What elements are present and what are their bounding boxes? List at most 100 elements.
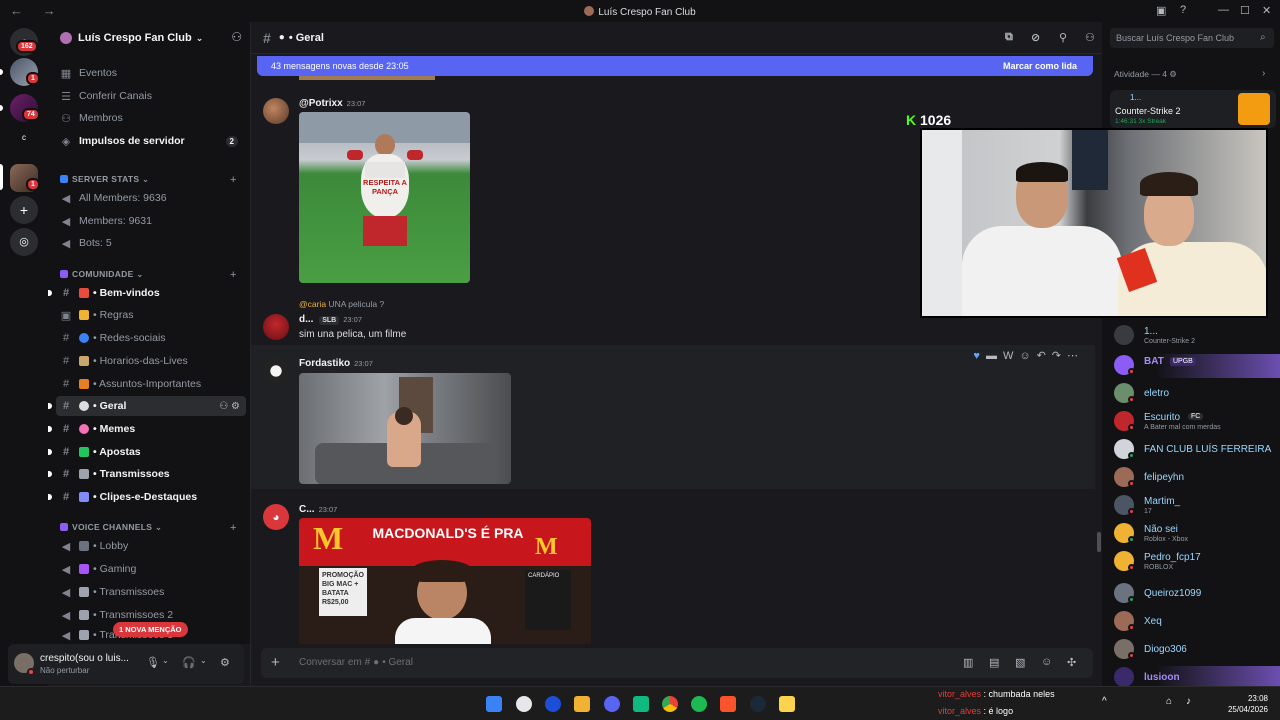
member-row[interactable]: Martim_ 17 [1114, 492, 1280, 518]
channel-bem-vindos[interactable]: # • Bem-vindos [56, 283, 246, 303]
voice-transmissoes[interactable]: ◀ • Transmissoes [56, 582, 246, 602]
discord-taskbar-icon[interactable] [604, 696, 620, 712]
message-image-fordastiko[interactable] [299, 373, 511, 484]
channel-redes-sociais[interactable]: # • Redes-sociais [56, 328, 246, 348]
gif-icon[interactable]: ▤ [989, 656, 999, 669]
add-channel-icon[interactable]: + [230, 522, 237, 534]
network-icon[interactable]: ⌂ [1166, 696, 1172, 707]
heart-reaction-icon[interactable]: ♥ [973, 350, 986, 362]
activity-card[interactable]: 1... Counter-Strike 2 1:46:31 3x Streak [1110, 90, 1276, 128]
system-clock[interactable]: 23:08 25/04/2026 [1228, 693, 1268, 715]
channel-assuntos[interactable]: # • Assuntos-Importantes [56, 374, 246, 394]
nav-boosts[interactable]: ◈ Impulsos de servidor 2 [56, 131, 246, 151]
scrollbar-thumb[interactable] [1097, 532, 1101, 552]
chevron-right-icon[interactable]: › [1262, 68, 1265, 79]
emoji-icon[interactable]: ☺ [1041, 656, 1052, 668]
more-icon[interactable]: ⋯ [1067, 350, 1084, 362]
app-icon[interactable] [545, 696, 561, 712]
inbox-icon[interactable]: ▣ [1156, 4, 1166, 17]
nav-events[interactable]: ▦ Eventos [56, 63, 246, 83]
new-messages-bar[interactable]: 43 mensagens novas desde 23:05 Marcar co… [257, 56, 1093, 76]
reply-preview[interactable]: @caria UNA pelicula ? [299, 299, 384, 309]
channel-members[interactable]: ◀ Members: 9631 [56, 211, 246, 231]
member-list-icon[interactable]: ⚇ [1085, 31, 1095, 44]
discover-icon[interactable]: ◎ [10, 228, 38, 256]
channel-regras[interactable]: ▣ • Regras [56, 305, 246, 325]
channel-transmissoes[interactable]: # • Transmissoes [56, 464, 246, 484]
member-row[interactable]: lusioon [1114, 664, 1280, 686]
add-reaction-icon[interactable]: ☺ [1019, 350, 1036, 362]
channel-all-members[interactable]: ◀ All Members: 9636 [56, 188, 246, 208]
server-tag[interactable]: SLB [319, 316, 340, 325]
member-row[interactable]: felipeyhn [1114, 464, 1280, 490]
add-server-icon[interactable]: + [10, 196, 38, 224]
member-row[interactable]: eletro [1114, 380, 1280, 406]
threads-icon[interactable]: ⧉ [1005, 31, 1013, 44]
server-icon-c[interactable]: c [10, 124, 38, 152]
member-row[interactable]: Xeq [1114, 608, 1280, 634]
avatar[interactable] [263, 314, 289, 340]
maximize-icon[interactable]: ☐ [1240, 4, 1250, 17]
member-row[interactable]: 1... Counter-Strike 2 [1114, 322, 1280, 348]
message-image-macdonalds[interactable]: M M MACDONALD'S É PRA PROMOÇÃO BIG MAC +… [299, 518, 591, 644]
voice-lobby[interactable]: ◀ • Lobby [56, 536, 246, 556]
author-name[interactable]: d... [299, 314, 313, 325]
member-row[interactable]: Diogo306 [1114, 636, 1280, 662]
avatar[interactable] [263, 98, 289, 124]
voice-gaming[interactable]: ◀ • Gaming [56, 559, 246, 579]
mute-bell-icon[interactable]: ⊘ [1031, 31, 1040, 44]
channel-geral[interactable]: # • Geral ⚇ ⚙ [56, 396, 246, 416]
spotify-icon[interactable] [691, 696, 707, 712]
member-row[interactable]: Não sei Roblox - Xbox [1114, 520, 1280, 546]
member-row[interactable]: FAN CLUB LUÍS FERREIRA [1114, 436, 1280, 462]
upload-plus-icon[interactable]: + [271, 654, 280, 671]
brave-icon[interactable] [720, 696, 736, 712]
file-explorer-icon[interactable] [574, 696, 590, 712]
discord-avatar-icon[interactable]: ◕ [263, 504, 289, 530]
category-voice[interactable]: VOICE CHANNELS ⌄ + [60, 522, 236, 534]
nav-browse[interactable]: ☰ Conferir Canais [56, 86, 246, 106]
channel-horarios[interactable]: # • Horarios-das-Lives [56, 351, 246, 371]
sticker-icon[interactable]: ▧ [1015, 656, 1025, 669]
windows-start-icon[interactable] [486, 696, 502, 712]
apps-icon[interactable]: ✣ [1067, 656, 1076, 669]
author-name[interactable]: @Potrixx [299, 98, 343, 109]
add-channel-icon[interactable]: + [230, 174, 237, 186]
app-icon[interactable] [516, 696, 532, 712]
gift-icon[interactable]: ▥ [963, 656, 973, 669]
channel-clipes[interactable]: # • Clipes-e-Destaques [56, 487, 246, 507]
steam-icon[interactable] [750, 696, 766, 712]
chrome-icon[interactable] [662, 696, 678, 712]
chevron-down-icon[interactable]: ⌄ [200, 656, 207, 665]
search-input[interactable]: Buscar Luís Crespo Fan Club [1110, 28, 1274, 48]
member-row[interactable]: Pedro_fcp17 ROBLOX [1114, 548, 1280, 574]
help-icon[interactable]: ? [1180, 4, 1186, 16]
author-name[interactable]: C... [299, 504, 315, 515]
channel-bots[interactable]: ◀ Bots: 5 [56, 233, 246, 253]
nav-members[interactable]: ⚇ Membros [56, 108, 246, 128]
add-channel-icon[interactable]: + [230, 269, 237, 281]
pin-icon[interactable]: ⚲ [1059, 31, 1067, 44]
settings-gear-icon[interactable]: ⚙ [220, 656, 230, 669]
category-comunidade[interactable]: COMUNIDADE ⌄ + [60, 269, 236, 281]
app-icon[interactable] [633, 696, 649, 712]
chevron-down-icon[interactable]: ⌄ [162, 656, 169, 665]
w-reaction-icon[interactable]: W [1003, 350, 1019, 362]
tray-chevron-icon[interactable]: ^ [1102, 696, 1107, 707]
close-icon[interactable]: ✕ [1262, 4, 1271, 17]
app-icon[interactable] [779, 696, 795, 712]
forward-icon[interactable]: ↷ [1052, 350, 1067, 362]
new-mention-pill[interactable]: 1 NOVA MENÇÃO [113, 622, 188, 637]
author-name[interactable]: Fordastiko [299, 358, 350, 369]
server-header[interactable]: Luís Crespo Fan Club ⌄ ⚇ [48, 22, 250, 54]
channel-settings-icon[interactable]: ⚇ ⚙ [219, 401, 240, 412]
member-row[interactable]: Escurito FC A Bater mal com merdas [1114, 408, 1280, 434]
avatar[interactable] [263, 358, 289, 384]
flag-reaction-icon[interactable]: ▬ [986, 350, 1003, 362]
volume-icon[interactable]: ♪ [1186, 696, 1191, 707]
minimize-icon[interactable]: — [1218, 4, 1229, 16]
member-row[interactable]: BAT UPGB [1114, 352, 1280, 378]
message-toolbar[interactable]: ♥▬W☺↶↷⋯ [973, 349, 1084, 362]
microphone-icon[interactable]: 🎙 [146, 656, 160, 669]
invite-icon[interactable]: ⚇ [231, 30, 242, 44]
